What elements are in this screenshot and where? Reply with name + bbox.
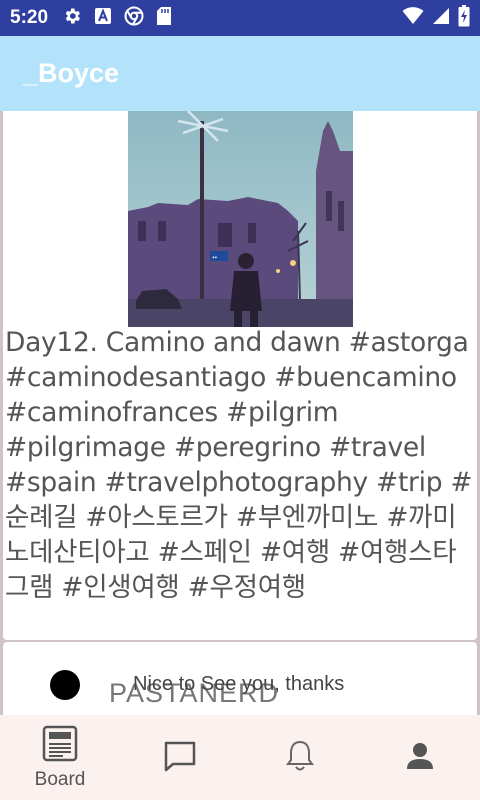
nav-profile[interactable] [360, 715, 480, 800]
comment-card[interactable]: PASTANERD Nice to See you, thanks [3, 642, 477, 715]
feed-list[interactable]: ↔ Day12. Camino and dawn #astorga #camin… [0, 111, 480, 715]
comment-text: Nice to See you, thanks [133, 673, 345, 695]
keyboard-a-icon [94, 7, 112, 29]
app-title: _Boyce [23, 58, 120, 88]
status-bar: 5:20 [0, 0, 480, 36]
wifi-icon [402, 7, 424, 29]
sd-card-icon [156, 6, 172, 30]
status-left-icons [62, 6, 172, 30]
bell-icon [285, 739, 315, 777]
battery-icon [458, 5, 470, 31]
chrome-icon [124, 6, 144, 30]
post-caption: Day12. Camino and dawn #astorga #caminod… [5, 327, 473, 603]
post-photo[interactable]: ↔ [128, 111, 353, 327]
avatar [35, 670, 95, 715]
gear-icon [62, 6, 82, 30]
nav-label-board: Board [34, 768, 86, 790]
svg-text:↔: ↔ [212, 254, 217, 261]
bottom-navigation: Board [0, 715, 480, 800]
chat-icon [163, 739, 197, 777]
newspaper-icon [41, 725, 79, 767]
post-card[interactable]: ↔ Day12. Camino and dawn #astorga #camin… [3, 111, 477, 640]
app-bar: _Boyce [0, 36, 480, 111]
nav-notifications[interactable] [240, 715, 360, 800]
status-time: 5:20 [10, 7, 49, 28]
person-icon [405, 741, 435, 775]
nav-board[interactable]: Board [0, 715, 120, 800]
signal-icon [432, 7, 450, 29]
status-right-icons [402, 5, 470, 31]
nav-chat[interactable] [120, 715, 240, 800]
